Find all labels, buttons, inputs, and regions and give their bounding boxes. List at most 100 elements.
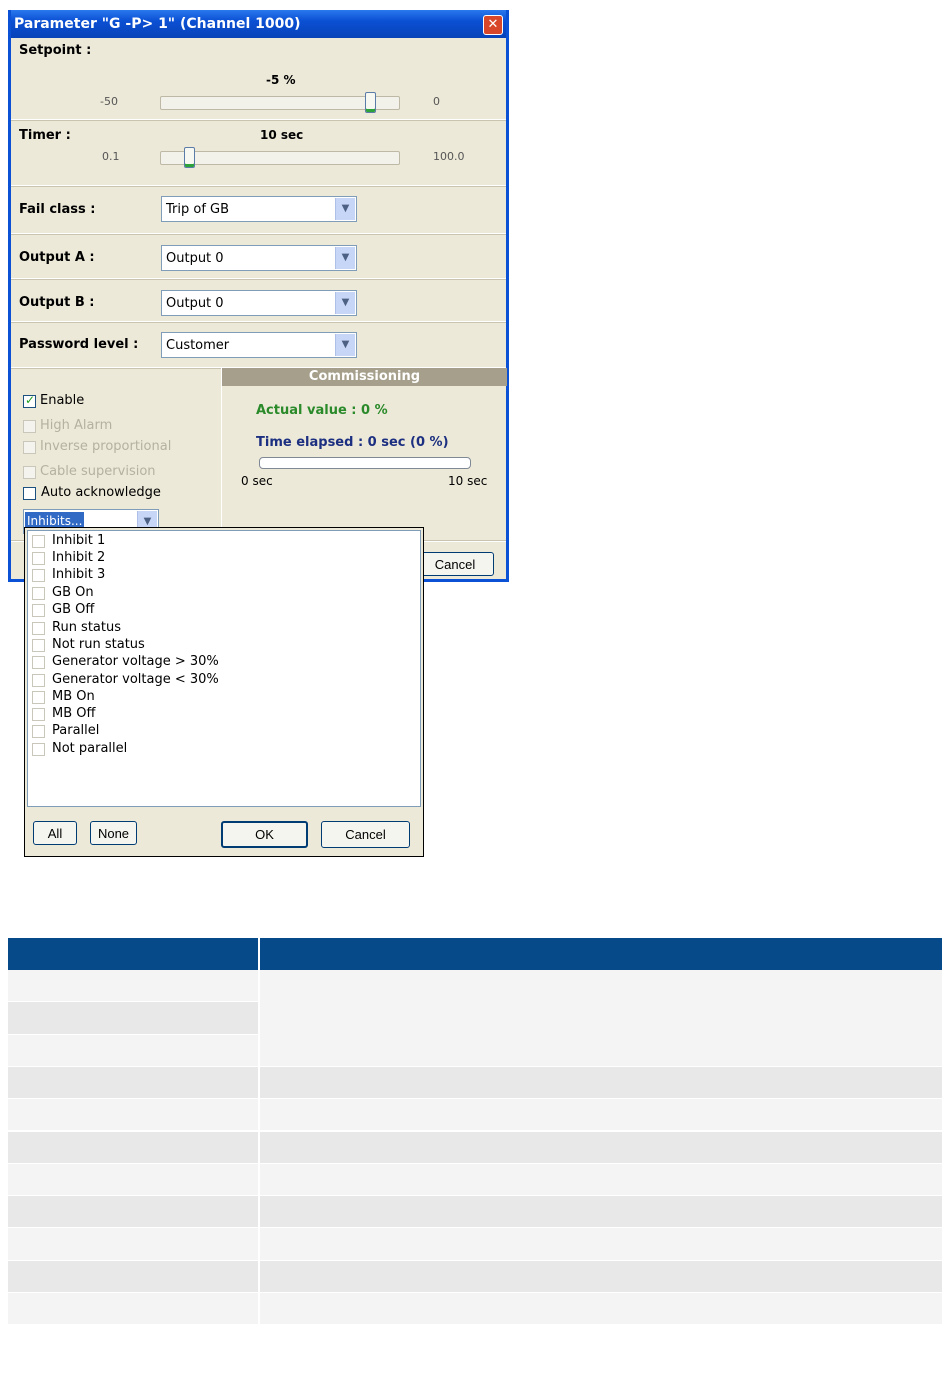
timer-slider-track[interactable] (160, 147, 400, 168)
chevron-down-icon[interactable]: ▼ (335, 198, 355, 220)
table-row (8, 1131, 258, 1163)
timer-slider-thumb[interactable] (184, 147, 195, 168)
inhibit-checkbox[interactable] (32, 552, 45, 565)
dialog-client-area: Setpoint : -5 % -50 0 Timer : 10 sec 0.1… (11, 38, 507, 579)
inhibit-checkbox[interactable] (32, 622, 45, 635)
cable-supervision-checkbox (23, 466, 36, 479)
check-icon: ✓ (25, 393, 36, 407)
table-cell (260, 1293, 942, 1325)
inhibits-list[interactable]: Inhibit 1 Inhibit 2 Inhibit 3 GB On GB O… (27, 530, 421, 807)
setpoint-row: Setpoint : -5 % -50 0 (11, 38, 506, 120)
fail-class-value: Trip of GB (166, 202, 230, 217)
inhibit-label: Inhibit 2 (52, 550, 106, 565)
fail-class-label: Fail class : (19, 202, 96, 217)
setpoint-min: -50 (100, 95, 118, 108)
fail-class-row: Fail class : Trip of GB ▼ (11, 186, 506, 234)
commissioning-header: Commissioning (222, 368, 507, 386)
parameter-dialog: Parameter "G -P> 1" (Channel 1000) ✕ Set… (8, 10, 509, 582)
high-alarm-checkbox (23, 420, 36, 433)
table-row (8, 1228, 258, 1260)
setpoint-slider-track[interactable] (160, 92, 400, 113)
table-cell (260, 1196, 942, 1228)
inhibit-checkbox[interactable] (32, 639, 45, 652)
password-level-select[interactable]: Customer ▼ (161, 332, 357, 358)
table-cell (260, 1066, 942, 1099)
table-row (8, 1260, 258, 1292)
inhibit-label: Inhibit 1 (52, 533, 106, 548)
time-elapsed: Time elapsed : 0 sec (0 %) (256, 435, 449, 450)
setpoint-label: Setpoint : (19, 43, 92, 58)
inhibit-label: GB On (52, 585, 94, 600)
inhibit-checkbox[interactable] (32, 604, 45, 617)
inhibit-checkbox[interactable] (32, 587, 45, 600)
inhibit-label: MB On (52, 689, 95, 704)
inhibit-checkbox[interactable] (32, 691, 45, 704)
password-level-label: Password level : (19, 337, 139, 352)
inhibit-label: Parallel (52, 723, 100, 738)
inhibit-label: MB Off (52, 706, 96, 721)
inhibit-checkbox[interactable] (32, 674, 45, 687)
inhibit-checkbox[interactable] (32, 743, 45, 756)
table-cell (260, 1260, 942, 1292)
dialog-cancel-button[interactable]: Cancel (416, 552, 494, 576)
all-button[interactable]: All (33, 821, 77, 845)
inhibit-checkbox[interactable] (32, 535, 45, 548)
inhibit-checkbox[interactable] (32, 725, 45, 738)
enable-label: Enable (40, 393, 85, 408)
password-level-row: Password level : Customer ▼ (11, 322, 506, 368)
table-row (8, 1196, 258, 1228)
chevron-down-icon[interactable]: ▼ (335, 334, 355, 356)
inhibit-checkbox[interactable] (32, 708, 45, 721)
table-cell (260, 970, 942, 1066)
chevron-down-icon[interactable]: ▼ (335, 292, 355, 314)
output-a-label: Output A : (19, 250, 95, 265)
close-icon[interactable]: ✕ (483, 15, 503, 35)
enable-checkbox[interactable]: ✓ (23, 393, 36, 408)
inhibits-popup: Inhibit 1 Inhibit 2 Inhibit 3 GB On GB O… (24, 527, 424, 857)
inhibit-label: Generator voltage > 30% (52, 654, 219, 669)
timer-value: 10 sec (260, 128, 304, 142)
chevron-down-icon[interactable]: ▼ (335, 247, 355, 269)
output-b-select[interactable]: Output 0 ▼ (161, 290, 357, 316)
output-a-select[interactable]: Output 0 ▼ (161, 245, 357, 271)
table-row (8, 1066, 258, 1099)
table-row (8, 1099, 258, 1131)
table-cell (260, 1099, 942, 1131)
timer-label: Timer : (19, 128, 71, 143)
none-button[interactable]: None (90, 821, 137, 845)
dialog-titlebar[interactable]: Parameter "G -P> 1" (Channel 1000) ✕ (11, 10, 506, 38)
commissioning-panel: Commissioning Actual value : 0 % Time el… (221, 368, 507, 538)
table-row (8, 1002, 258, 1034)
header-column-separator (258, 938, 260, 970)
cable-supervision-label: Cable supervision (40, 464, 156, 479)
timer-min: 0.1 (102, 150, 120, 163)
timer-max: 100.0 (433, 150, 465, 163)
table-row (8, 970, 258, 1002)
table-row (8, 1293, 258, 1325)
inhibit-checkbox[interactable] (32, 656, 45, 669)
setpoint-slider-thumb[interactable] (365, 92, 376, 113)
setpoint-max: 0 (433, 95, 440, 108)
inhibit-checkbox[interactable] (32, 569, 45, 582)
popup-cancel-button[interactable]: Cancel (321, 821, 410, 848)
inhibit-label: GB Off (52, 602, 95, 617)
fail-class-select[interactable]: Trip of GB ▼ (161, 196, 357, 222)
inhibit-label: Run status (52, 620, 122, 635)
timer-row: Timer : 10 sec 0.1 100.0 (11, 120, 506, 186)
actual-value: Actual value : 0 % (256, 403, 388, 418)
output-b-row: Output B : Output 0 ▼ (11, 279, 506, 322)
inhibit-label: Not parallel (52, 741, 128, 756)
output-a-value: Output 0 (166, 251, 224, 266)
table-row (8, 1163, 258, 1196)
table-header (8, 938, 942, 970)
inhibit-label: Not run status (52, 637, 145, 652)
inhibit-label: Inhibit 3 (52, 567, 106, 582)
ok-button[interactable]: OK (221, 821, 308, 848)
dialog-title: Parameter "G -P> 1" (Channel 1000) (14, 16, 301, 32)
output-b-value: Output 0 (166, 296, 224, 311)
inverse-proportional-label: Inverse proportional (40, 439, 172, 454)
table-cell (260, 1228, 942, 1260)
table-cell (260, 1163, 942, 1196)
inhibit-label: Generator voltage < 30% (52, 672, 219, 687)
auto-acknowledge-checkbox[interactable] (23, 487, 36, 500)
